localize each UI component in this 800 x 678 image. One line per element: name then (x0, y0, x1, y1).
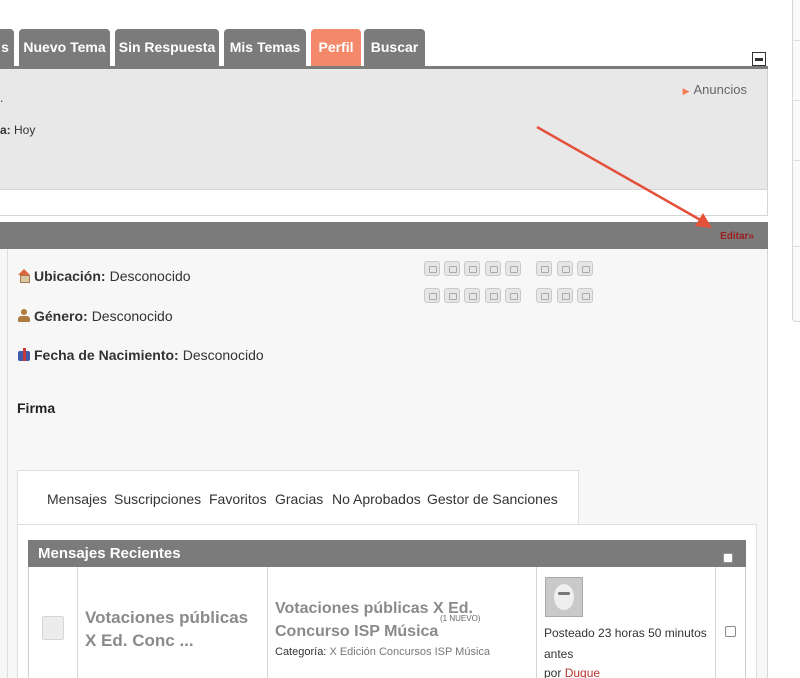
myspace-icon[interactable] (464, 261, 480, 276)
tab-nuevo-tema[interactable]: Nuevo Tema (19, 29, 110, 67)
profile-subtabs: Mensajes Suscripciones Favoritos Gracias… (17, 470, 579, 525)
delicious-icon[interactable] (536, 261, 552, 276)
new-badge[interactable]: (1 NUEVO) (440, 614, 480, 623)
tab-partial[interactable]: s (0, 29, 14, 67)
info-date-value: Hoy (14, 123, 36, 137)
collapse-icon[interactable] (752, 52, 766, 66)
icq-icon[interactable] (485, 288, 501, 303)
signature-heading: Firma (17, 400, 56, 416)
birthdate-field: Fecha de Nacimiento: Desconocido (17, 347, 264, 363)
flickr-icon[interactable] (557, 288, 573, 303)
info-panel: . a: Hoy ▶ Anuncios (0, 69, 768, 189)
row-checkbox[interactable] (725, 626, 736, 637)
subtab-gestor-sanciones[interactable]: Gestor de Sanciones (427, 491, 558, 507)
friendfeed-icon[interactable] (505, 261, 521, 276)
birthdate-value: Desconocido (182, 347, 264, 363)
cell-divider (77, 567, 78, 678)
author-label: por (544, 666, 562, 678)
subtab-suscripciones[interactable]: Suscripciones (114, 491, 201, 507)
gender-label: Género: (34, 308, 88, 324)
location-value: Desconocido (109, 268, 191, 284)
avatar[interactable] (545, 577, 583, 617)
google-icon[interactable] (536, 288, 552, 303)
tab-mis-temas[interactable]: Mis Temas (224, 29, 306, 67)
side-window-line (792, 40, 800, 41)
cell-divider (715, 567, 716, 678)
yim-icon[interactable] (505, 288, 521, 303)
posted-time: Posteado 23 horas 50 minutos antes (544, 626, 707, 661)
cell-divider (536, 567, 537, 678)
house-icon (17, 269, 31, 283)
post-title-link[interactable]: Votaciones públicas X Ed. Concurso ISP M… (275, 597, 530, 643)
gender-value: Desconocido (91, 308, 173, 324)
digg-icon[interactable] (557, 261, 573, 276)
select-all-checkbox[interactable] (723, 553, 733, 563)
twitter-icon[interactable] (424, 261, 440, 276)
subtab-gracias[interactable]: Gracias (275, 491, 323, 507)
birthdate-label: Fecha de Nacimiento: (34, 347, 179, 363)
skype-icon[interactable] (444, 288, 460, 303)
facebook-icon[interactable] (444, 261, 460, 276)
info-date-label: a: (0, 123, 11, 137)
topic-title-link[interactable]: Votaciones públicas X Ed. Conc ... (85, 606, 260, 652)
location-label: Ubicación: (34, 268, 106, 284)
side-window-line (792, 100, 800, 101)
category-link[interactable]: X Edición Concursos ISP Música (329, 646, 490, 658)
edit-profile-link[interactable]: Editar» (720, 231, 754, 242)
announcements-label: Anuncios (693, 82, 747, 97)
location-field: Ubicación: Desconocido (17, 268, 191, 284)
tab-buscar[interactable]: Buscar (364, 29, 425, 67)
gift-icon (17, 348, 31, 362)
announcements-link[interactable]: ▶ Anuncios (683, 82, 747, 97)
tab-sin-respuesta[interactable]: Sin Respuesta (115, 29, 219, 67)
info-line: . (0, 91, 4, 105)
gender-icon (17, 309, 31, 323)
info-footer-strip (0, 189, 768, 216)
topic-icon (42, 616, 64, 640)
arrow-right-icon: ▶ (682, 86, 690, 96)
subtab-no-aprobados[interactable]: No Aprobados (332, 491, 421, 507)
subtab-favoritos[interactable]: Favoritos (209, 491, 267, 507)
gender-field: Género: Desconocido (17, 308, 173, 324)
linkedin-icon[interactable] (485, 261, 501, 276)
tab-perfil[interactable]: Perfil (311, 29, 361, 67)
cell-divider (267, 567, 268, 678)
aim-icon[interactable] (577, 288, 593, 303)
category-line: Categoría: X Edición Concursos ISP Músic… (275, 646, 490, 658)
blogger-icon[interactable] (577, 261, 593, 276)
profile-header: Editar» (0, 222, 768, 249)
category-label: Categoría: (275, 646, 327, 658)
recent-posts-header: Mensajes Recientes (28, 540, 746, 567)
side-window-line (792, 246, 800, 247)
subtab-mensajes[interactable]: Mensajes (47, 491, 107, 507)
side-window-line (792, 160, 800, 161)
email-icon[interactable] (424, 288, 440, 303)
msn-icon[interactable] (464, 288, 480, 303)
profile-divider (7, 249, 8, 678)
info-date-line: a: Hoy (0, 123, 35, 137)
author-link[interactable]: Duque (565, 666, 600, 678)
author-line: por Duque (544, 666, 600, 678)
side-window-edge (792, 0, 800, 322)
recent-posts-title: Mensajes Recientes (38, 545, 181, 562)
